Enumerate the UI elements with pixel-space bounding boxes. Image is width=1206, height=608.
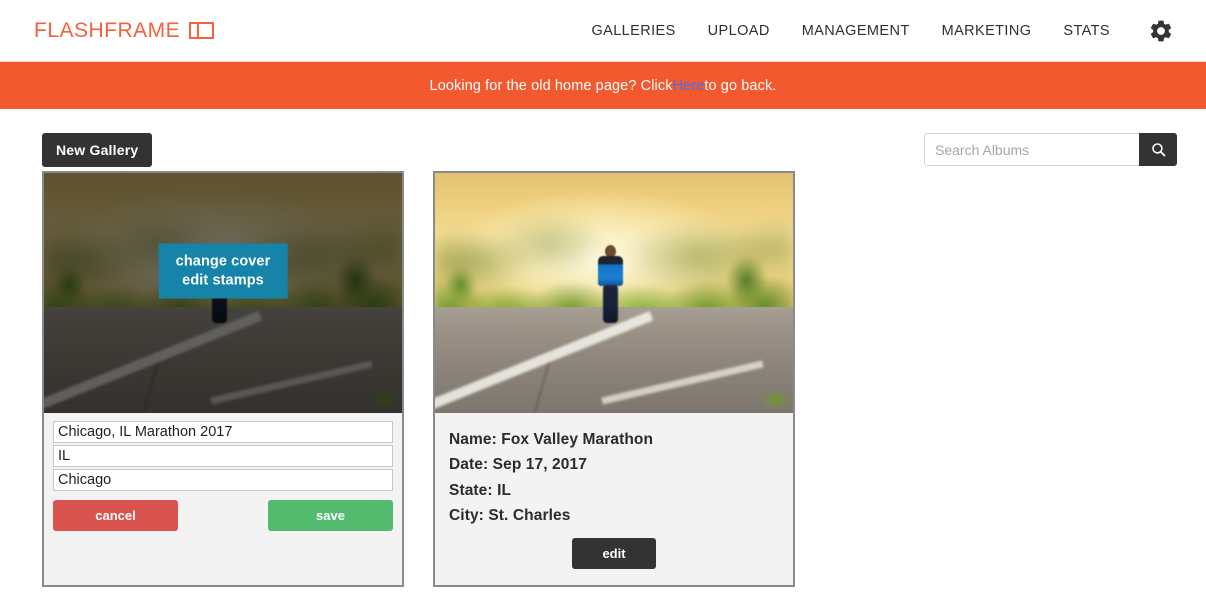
cover-actions-panel: change cover edit stamps (158, 243, 288, 299)
form-actions: cancel save (53, 500, 393, 531)
gallery-grid: change cover edit stamps cancel save (0, 171, 1206, 608)
two-pane-frame-icon (189, 22, 215, 39)
nav-galleries[interactable]: GALLERIES (575, 23, 691, 39)
search-input[interactable] (924, 133, 1139, 166)
gallery-city-input[interactable] (53, 469, 393, 491)
nav-stats[interactable]: STATS (1047, 23, 1126, 39)
cancel-button[interactable]: cancel (53, 500, 178, 531)
save-button[interactable]: save (268, 500, 393, 531)
app-header: FLASHFRAME GALLERIES UPLOAD MANAGEMENT M… (0, 0, 1206, 62)
settings-button[interactable] (1148, 18, 1174, 44)
nav-marketing[interactable]: MARKETING (926, 23, 1048, 39)
change-cover-link[interactable]: change cover (176, 254, 271, 270)
gallery-card: Name: Fox Valley Marathon Date: Sep 17, … (433, 171, 795, 587)
gear-icon (1150, 20, 1172, 41)
detail-state: State: IL (449, 481, 512, 499)
banner-here-link[interactable]: Here (673, 78, 705, 94)
gallery-card-editing: change cover edit stamps cancel save (42, 171, 404, 587)
logo[interactable]: FLASHFRAME (34, 18, 215, 43)
detail-name: Name: Fox Valley Marathon (449, 431, 654, 448)
banner-text-after: to go back. (704, 77, 777, 94)
detail-date: Date: Sep 17, 2017 (449, 456, 587, 474)
detail-city: City: St. Charles (449, 506, 571, 524)
gallery-edit-form: cancel save (44, 413, 402, 541)
banner-text-before: Looking for the old home page? Click (429, 77, 673, 94)
search-button[interactable] (1139, 133, 1177, 166)
card-cover-photo[interactable]: change cover edit stamps (44, 173, 402, 413)
edit-button[interactable]: edit (572, 538, 656, 569)
edit-stamps-link[interactable]: edit stamps (182, 273, 264, 289)
card-actions: edit (449, 538, 779, 569)
nav-management[interactable]: MANAGEMENT (786, 23, 926, 39)
logo-text: FLASHFRAME (34, 18, 181, 42)
old-home-page-banner: Looking for the old home page? Click Her… (0, 62, 1206, 109)
search-group (924, 133, 1177, 166)
new-gallery-button[interactable]: New Gallery (42, 132, 153, 167)
main-navigation: GALLERIES UPLOAD MANAGEMENT MARKETING ST… (575, 18, 1178, 44)
card-details: Name: Fox Valley Marathon Date: Sep 17, … (435, 413, 793, 585)
runner-photo (435, 173, 793, 413)
gallery-state-input[interactable] (53, 445, 393, 467)
search-icon (1151, 143, 1165, 157)
albums-toolbar: New Gallery (0, 109, 1206, 171)
nav-upload[interactable]: UPLOAD (692, 23, 786, 39)
card-cover-photo[interactable] (435, 173, 793, 413)
gallery-name-input[interactable] (53, 421, 393, 443)
